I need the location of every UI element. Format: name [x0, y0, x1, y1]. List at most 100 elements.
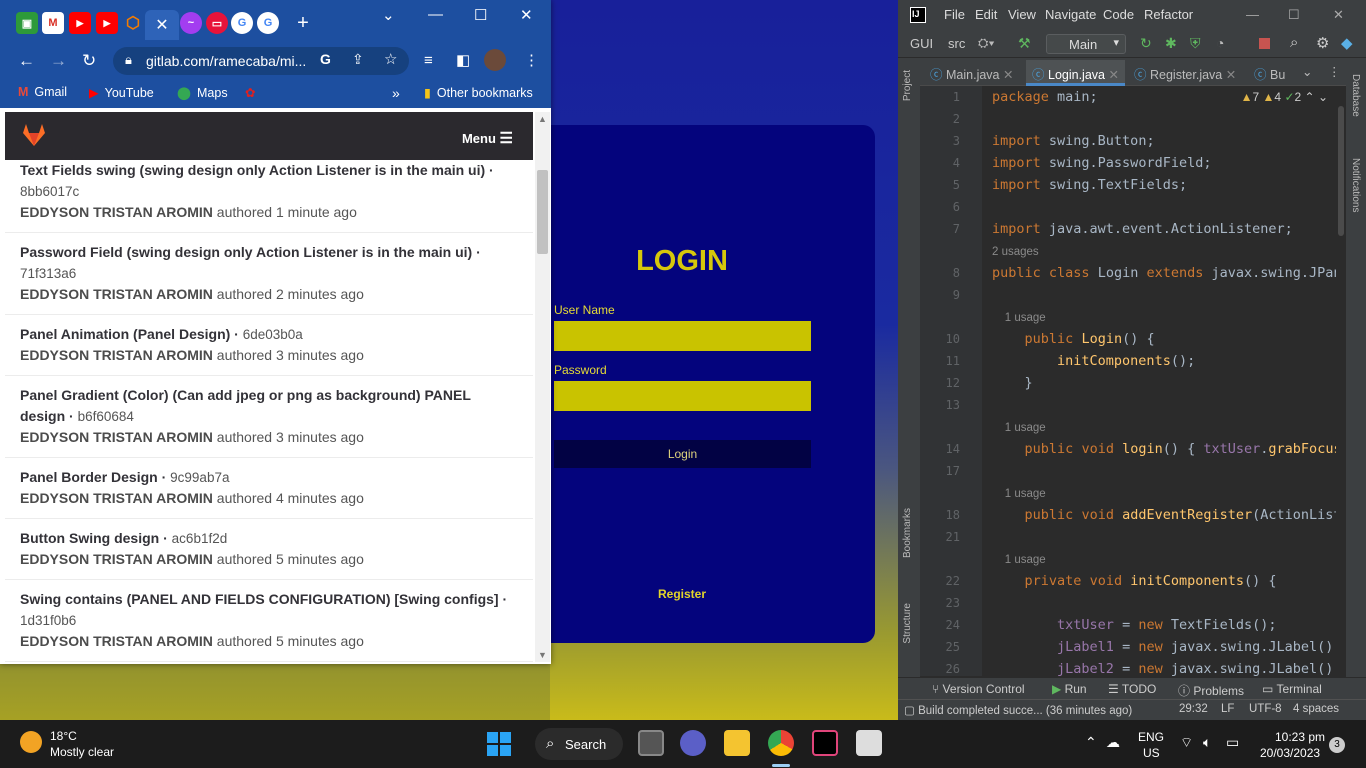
bookmarks-overflow-icon[interactable]: » [392, 85, 400, 101]
build-hammer-icon[interactable]: ⚒ [1018, 35, 1031, 52]
close-window-icon[interactable]: ✕ [520, 6, 533, 24]
caret-position[interactable]: 29:32 [1179, 703, 1208, 715]
inspection-widget[interactable]: ▲7 ▲4 ✓2 ⌃ ⌄ [1241, 90, 1328, 104]
usage-hint[interactable]: 1 usage [992, 551, 1046, 567]
volume-icon[interactable]: 🔈︎ [1203, 734, 1211, 751]
tab-close-icon[interactable]: ✕ [145, 10, 179, 40]
notifications-tool-tab[interactable]: Notifications [1350, 158, 1361, 212]
commit-sha[interactable]: ac6b1f2d [172, 531, 228, 546]
weather-desc[interactable]: Mostly clear [50, 745, 114, 759]
username-field[interactable] [554, 321, 811, 351]
tab-gmail-icon[interactable]: M [42, 12, 64, 34]
maximize-icon[interactable]: ☐ [474, 6, 487, 24]
commit-sha[interactable]: 8bb6017c [20, 184, 79, 199]
file-encoding[interactable]: UTF-8 [1249, 703, 1282, 715]
menu-file[interactable]: File [944, 7, 965, 22]
battery-icon[interactable]: ▭ [1226, 734, 1239, 751]
settings-gear-icon[interactable]: ⚙ [1316, 34, 1329, 52]
login-button[interactable]: Login [554, 440, 811, 468]
bookmark-star-icon[interactable]: ☆ [384, 50, 397, 68]
editor-scrollbar[interactable] [1336, 86, 1346, 676]
address-bar[interactable]: 🔒︎ gitlab.com/ramecaba/mi... G ⇪ ☆ [113, 47, 409, 75]
more-icon[interactable]: ⋮ [524, 51, 539, 69]
bookmarks-tool-tab[interactable]: Bookmarks [902, 508, 913, 558]
profile-icon[interactable]: ◔ [1216, 35, 1224, 51]
tab-close-icon[interactable]: ✕ [1003, 68, 1013, 82]
browser-scrollbar[interactable]: ▲ ▼ [535, 112, 550, 662]
menu-refactor[interactable]: Refactor [1144, 7, 1193, 22]
lang-secondary[interactable]: US [1143, 746, 1160, 760]
commit-row[interactable]: Password Field (swing design only Action… [5, 233, 533, 315]
debug-icon[interactable]: ✱ [1165, 35, 1177, 52]
terminal-tab[interactable]: ▭ Terminal [1262, 682, 1322, 696]
maximize-icon[interactable]: ☐ [1288, 7, 1300, 23]
clock-date[interactable]: 20/03/2023 [1260, 746, 1320, 760]
version-control-tab[interactable]: ⑂ Version Control [932, 682, 1025, 696]
commit-sha[interactable]: 6de03b0a [243, 327, 303, 342]
chrome-icon[interactable] [768, 730, 794, 756]
commit-title[interactable]: Swing contains (PANEL AND FIELDS CONFIGU… [20, 589, 518, 631]
more-icon[interactable]: ⋮ [1328, 64, 1341, 79]
weather-temp[interactable]: 18°C [50, 729, 77, 743]
tab-google-icon[interactable]: G [231, 12, 253, 34]
gitlab-menu-button[interactable]: Menu ☰ [462, 129, 513, 147]
clock-time[interactable]: 10:23 pm [1275, 730, 1325, 744]
folder-breadcrumb[interactable]: src [948, 36, 965, 51]
search-icon[interactable]: ⌕ [1290, 34, 1298, 51]
scroll-thumb[interactable] [537, 170, 548, 254]
usage-hint[interactable]: 2 usages [992, 243, 1039, 259]
teams-chat-icon[interactable] [680, 730, 706, 756]
vcs-user-icon[interactable]: ⛭▾ [978, 35, 995, 51]
run-config-select[interactable]: Main ▾ [1046, 34, 1126, 54]
commit-sha[interactable]: 1d31f0b6 [20, 613, 76, 628]
jetbrains-ai-icon[interactable]: ◆ [1341, 34, 1353, 52]
usage-hint[interactable]: 1 usage [992, 485, 1046, 501]
run-tab[interactable]: ▶ Run [1052, 682, 1087, 696]
tab-classroom-icon[interactable]: ▣ [16, 12, 38, 34]
commit-title[interactable]: Password Field (swing design only Action… [20, 242, 518, 284]
wifi-icon[interactable]: ⌔ [1180, 734, 1193, 752]
task-view-icon[interactable] [638, 730, 664, 756]
bookmark-maps[interactable]: ⬤ Maps [177, 85, 228, 101]
avatar[interactable] [484, 49, 506, 71]
register-link[interactable]: Register [551, 587, 813, 601]
menu-code[interactable]: Code [1103, 7, 1134, 22]
commit-title[interactable]: Text Fields swing (swing design only Act… [20, 160, 518, 202]
commit-sha[interactable]: 9c99ab7a [170, 470, 229, 485]
commit-row[interactable]: Swing contains (PANEL AND FIELDS CONFIGU… [5, 580, 533, 662]
back-icon[interactable]: ← [18, 51, 35, 71]
commit-title[interactable]: Panel Gradient (Color) (Can add jpeg or … [20, 385, 518, 427]
project-tool-tab[interactable]: Project [902, 70, 913, 101]
tabs-dropdown-icon[interactable]: ⌄ [1302, 64, 1312, 79]
weather-moon-icon[interactable] [20, 731, 42, 753]
intellij-icon[interactable] [812, 730, 838, 756]
tab-register-java[interactable]: ⓒ Register.java ✕ [1134, 64, 1236, 83]
minimize-icon[interactable]: — [428, 6, 443, 23]
rerun-icon[interactable]: ↻ [1140, 35, 1152, 52]
commit-row[interactable]: Panel Border Design · 9c99ab7a EDDYSON TR… [5, 458, 533, 519]
commit-title[interactable]: Panel Animation (Panel Design) · 6de03b0… [20, 324, 518, 345]
tab-app-icon[interactable]: ⬡ [122, 12, 144, 34]
bookmark-huawei[interactable]: ✿ [245, 85, 255, 100]
tab-search-icon[interactable]: ⌄ [382, 6, 395, 24]
minimize-icon[interactable]: — [1246, 7, 1259, 22]
tray-overflow-icon[interactable]: ⌃ [1085, 734, 1097, 751]
google-lens-icon[interactable]: G [320, 51, 331, 67]
tab-messenger-icon[interactable]: ~ [180, 12, 202, 34]
commit-row[interactable]: Panel Animation (Panel Design) · 6de03b0… [5, 315, 533, 376]
scroll-down-icon[interactable]: ▼ [538, 650, 547, 660]
commit-title[interactable]: Button Swing design · ac6b1f2d [20, 528, 518, 549]
commit-row[interactable]: Panel Gradient (Color) (Can add jpeg or … [5, 376, 533, 458]
bookmark-youtube[interactable]: ▶ YouTube [89, 85, 154, 101]
todo-tab[interactable]: ☰ TODO [1108, 682, 1156, 696]
scroll-thumb[interactable] [1338, 106, 1344, 236]
commit-sha[interactable]: b6f60684 [78, 409, 134, 424]
structure-tool-tab[interactable]: Structure [902, 603, 913, 644]
indent-setting[interactable]: 4 spaces [1293, 703, 1339, 715]
tab-google-icon[interactable]: G [257, 12, 279, 34]
taskbar-search[interactable]: ⌕ Search [535, 728, 623, 760]
start-windows-icon[interactable] [487, 732, 511, 756]
tab-close-icon[interactable]: ✕ [1226, 68, 1236, 82]
commit-title[interactable]: Panel Border Design · 9c99ab7a [20, 467, 518, 488]
reload-icon[interactable]: ↻ [82, 51, 96, 71]
